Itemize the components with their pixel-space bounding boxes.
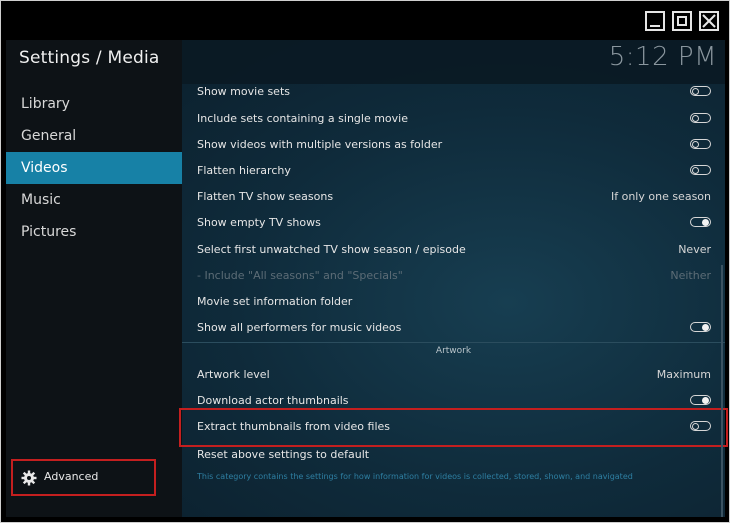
setting-label: Flatten TV show seasons xyxy=(197,190,334,203)
sidebar: Settings / Media Library General Videos … xyxy=(6,40,182,517)
toggle-switch[interactable] xyxy=(690,139,711,149)
sidebar-nav: Library General Videos Music Pictures xyxy=(6,88,182,248)
setting-flatten-tv-seasons[interactable]: Flatten TV show seasons If only one seas… xyxy=(197,184,711,210)
setting-show-movie-sets[interactable]: Show movie sets xyxy=(197,79,711,105)
setting-movie-set-info-folder[interactable]: Movie set information folder xyxy=(197,289,711,315)
setting-label: Show empty TV shows xyxy=(197,216,321,229)
setting-show-all-performers[interactable]: Show all performers for music videos xyxy=(197,315,711,341)
close-icon xyxy=(702,14,716,28)
close-button[interactable] xyxy=(699,11,719,31)
advanced-label: Advanced xyxy=(44,470,99,483)
gear-icon xyxy=(21,470,37,486)
setting-show-empty-tv-shows[interactable]: Show empty TV shows xyxy=(197,210,711,236)
section-header-artwork: Artwork xyxy=(182,342,725,359)
toggle-switch[interactable] xyxy=(690,113,711,123)
setting-value: Neither xyxy=(670,269,711,282)
setting-label: - Include "All seasons" and "Specials" xyxy=(197,269,403,282)
title-bar xyxy=(1,1,729,39)
setting-label: Download actor thumbnails xyxy=(197,394,349,407)
scrollbar[interactable] xyxy=(721,265,723,517)
setting-value: Never xyxy=(678,243,711,256)
setting-multiple-versions-folder[interactable]: Show videos with multiple versions as fo… xyxy=(197,132,711,158)
toggle-switch[interactable] xyxy=(690,86,711,96)
reset-label: Reset above settings to default xyxy=(197,448,370,461)
kodi-settings-app: Settings / Media Library General Videos … xyxy=(6,40,728,517)
sidebar-item-general[interactable]: General xyxy=(6,120,182,152)
settings-panel: 5:12 PM Show movie sets Include sets con… xyxy=(179,40,728,517)
reset-settings-button[interactable]: Reset above settings to default xyxy=(197,442,711,468)
toggle-switch[interactable] xyxy=(690,395,711,405)
setting-label: Movie set information folder xyxy=(197,295,353,308)
setting-label: Show videos with multiple versions as fo… xyxy=(197,138,443,151)
toggle-switch[interactable] xyxy=(690,217,711,227)
advanced-settings-button[interactable]: Advanced xyxy=(11,459,156,496)
setting-label: Artwork level xyxy=(197,368,270,381)
category-description: This category contains the settings for … xyxy=(197,472,633,481)
toggle-switch[interactable] xyxy=(690,322,711,332)
setting-label: Include sets containing a single movie xyxy=(197,112,408,125)
sidebar-item-music[interactable]: Music xyxy=(6,184,182,216)
setting-flatten-hierarchy[interactable]: Flatten hierarchy xyxy=(197,158,711,184)
setting-label: Select first unwatched TV show season / … xyxy=(197,243,466,256)
setting-include-single-movie-sets[interactable]: Include sets containing a single movie xyxy=(197,106,711,132)
setting-first-unwatched-season[interactable]: Select first unwatched TV show season / … xyxy=(197,237,711,263)
minimize-button[interactable] xyxy=(645,11,665,31)
setting-label: Flatten hierarchy xyxy=(197,164,291,177)
setting-value: If only one season xyxy=(610,190,711,203)
application-window: Settings / Media Library General Videos … xyxy=(0,0,730,523)
sidebar-item-videos[interactable]: Videos xyxy=(6,152,182,184)
clock: 5:12 PM xyxy=(608,42,717,72)
setting-artwork-level[interactable]: Artwork level Maximum xyxy=(197,362,711,388)
sidebar-item-pictures[interactable]: Pictures xyxy=(6,216,182,248)
setting-label: Show all performers for music videos xyxy=(197,321,402,334)
setting-include-all-seasons-specials: - Include "All seasons" and "Specials" N… xyxy=(197,263,711,289)
setting-value: Maximum xyxy=(656,368,711,381)
page-title: Settings / Media xyxy=(19,48,160,68)
maximize-button[interactable] xyxy=(672,11,692,31)
toggle-switch[interactable] xyxy=(690,165,711,175)
setting-label: Show movie sets xyxy=(197,85,290,98)
sidebar-item-library[interactable]: Library xyxy=(6,88,182,120)
